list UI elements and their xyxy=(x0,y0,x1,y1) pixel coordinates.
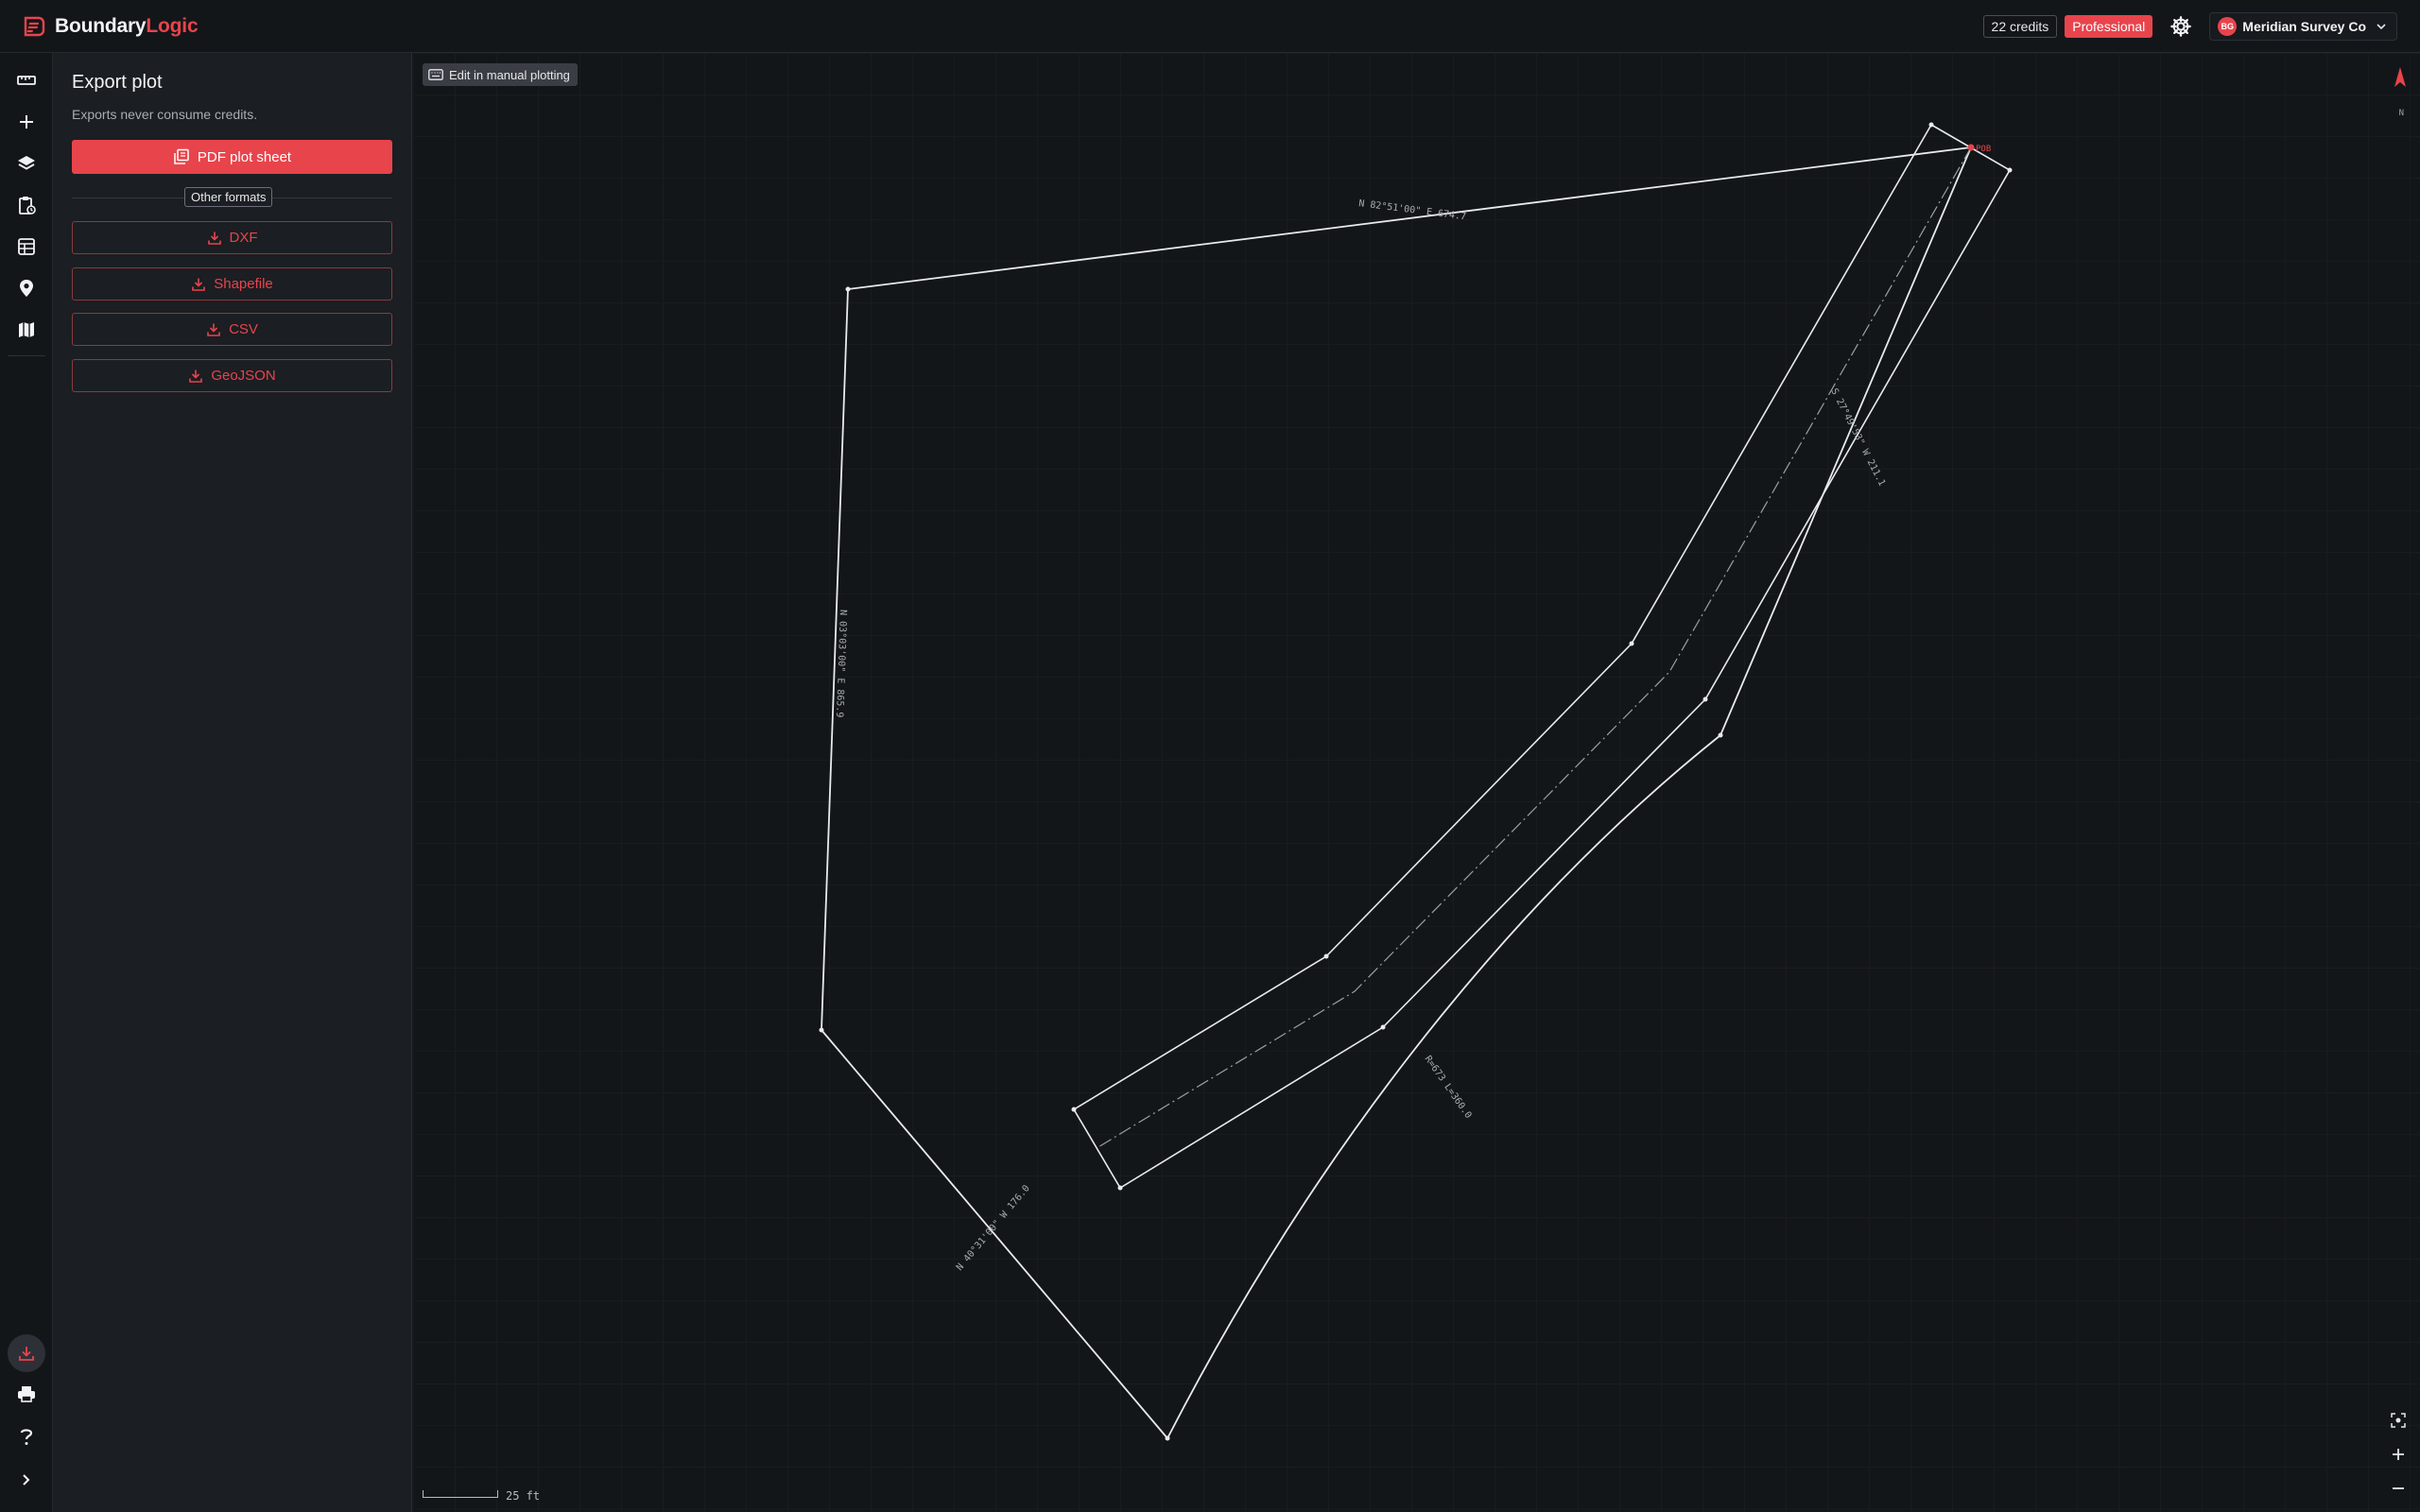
export-csv-button[interactable]: CSV xyxy=(72,313,392,346)
scale-label: 25 ft xyxy=(506,1489,541,1503)
keyboard-icon xyxy=(428,69,443,80)
download-icon xyxy=(192,278,206,291)
export-dxf-button[interactable]: DXF xyxy=(72,221,392,254)
edit-manual-plotting-button[interactable]: Edit in manual plotting xyxy=(423,63,578,86)
bearing-label: N 82°51'00" E 674.7 xyxy=(1358,198,1467,222)
zoom-in-icon[interactable] xyxy=(2386,1442,2411,1467)
download-icon xyxy=(207,232,221,245)
edit-chip-label: Edit in manual plotting xyxy=(449,67,570,82)
easement-centerline xyxy=(1096,146,1972,1149)
chevron-down-icon xyxy=(2377,24,2386,30)
help-icon[interactable] xyxy=(8,1418,45,1455)
map-canvas[interactable]: POB N 82°51'00" E 674.7 N 03°03'00" E 86… xyxy=(413,53,2420,1512)
tool-rail xyxy=(0,53,53,1512)
easement-strip xyxy=(1072,124,2012,1190)
plot-drawing: POB N 82°51'00" E 674.7 N 03°03'00" E 86… xyxy=(819,122,2013,1441)
pdf-plot-sheet-button[interactable]: PDF plot sheet xyxy=(72,140,392,174)
zoom-out-icon[interactable] xyxy=(2386,1476,2411,1501)
panel-subtitle: Exports never consume credits. xyxy=(72,107,258,122)
pob-label: POB xyxy=(1976,145,1991,154)
account-switcher[interactable]: BG Meridian Survey Co xyxy=(2209,12,2397,41)
credits-badge[interactable]: 22 credits xyxy=(1982,15,2058,38)
export-format-label: Shapefile xyxy=(214,276,273,292)
rail-divider xyxy=(8,355,45,356)
settings-gear-icon[interactable] xyxy=(2169,15,2192,38)
export-format-label: DXF xyxy=(229,230,258,246)
printer-icon[interactable] xyxy=(8,1375,45,1413)
fit-to-extent-icon[interactable] xyxy=(2386,1408,2411,1433)
north-arrow-icon xyxy=(2394,66,2407,94)
account-name: Meridian Survey Co xyxy=(2242,19,2366,34)
north-label: N xyxy=(2398,109,2404,118)
pdf-stack-icon xyxy=(174,148,189,164)
download-icon xyxy=(207,323,220,336)
scale-bar: 25 ft xyxy=(423,1489,540,1503)
expand-icon[interactable] xyxy=(8,1461,45,1499)
other-formats-label: Other formats xyxy=(184,187,273,207)
download-icon[interactable] xyxy=(8,1334,45,1372)
export-format-label: CSV xyxy=(229,321,258,337)
bearing-label: R=673 L=360.0 xyxy=(1423,1054,1474,1120)
export-format-label: GeoJSON xyxy=(211,368,276,384)
location-pin-icon[interactable] xyxy=(8,269,45,307)
bearing-label: N 40°31'00" W 176.0 xyxy=(955,1183,1032,1273)
app-name: BoundaryLogic xyxy=(55,14,199,37)
avatar: BG xyxy=(2218,17,2238,36)
map-icon[interactable] xyxy=(8,311,45,349)
pdf-button-label: PDF plot sheet xyxy=(197,148,292,165)
pob-marker[interactable] xyxy=(1967,144,1975,151)
top-bar: BoundaryLogic 22 credits Professional BG… xyxy=(0,0,2420,53)
bearing-label: S 27°49'53" W 211.1 xyxy=(1828,387,1887,488)
ruler-icon[interactable] xyxy=(8,61,45,99)
panel-title: Export plot xyxy=(72,72,163,93)
logo-icon xyxy=(24,16,45,36)
plan-badge: Professional xyxy=(2065,15,2153,38)
scale-bar-graphic xyxy=(423,1490,498,1498)
clipboard-icon[interactable] xyxy=(8,186,45,224)
vertex-markers xyxy=(819,122,2013,1441)
parcel-boundary xyxy=(821,146,1972,1439)
layers-icon[interactable] xyxy=(8,145,45,182)
download-icon xyxy=(189,369,203,383)
brand[interactable]: BoundaryLogic xyxy=(23,14,199,38)
table-icon[interactable] xyxy=(8,228,45,266)
export-shapefile-button[interactable]: Shapefile xyxy=(72,267,392,301)
export-geojson-button[interactable]: GeoJSON xyxy=(72,359,392,392)
plus-icon[interactable] xyxy=(8,103,45,141)
export-panel: Export plot Exports never consume credit… xyxy=(53,53,412,1512)
